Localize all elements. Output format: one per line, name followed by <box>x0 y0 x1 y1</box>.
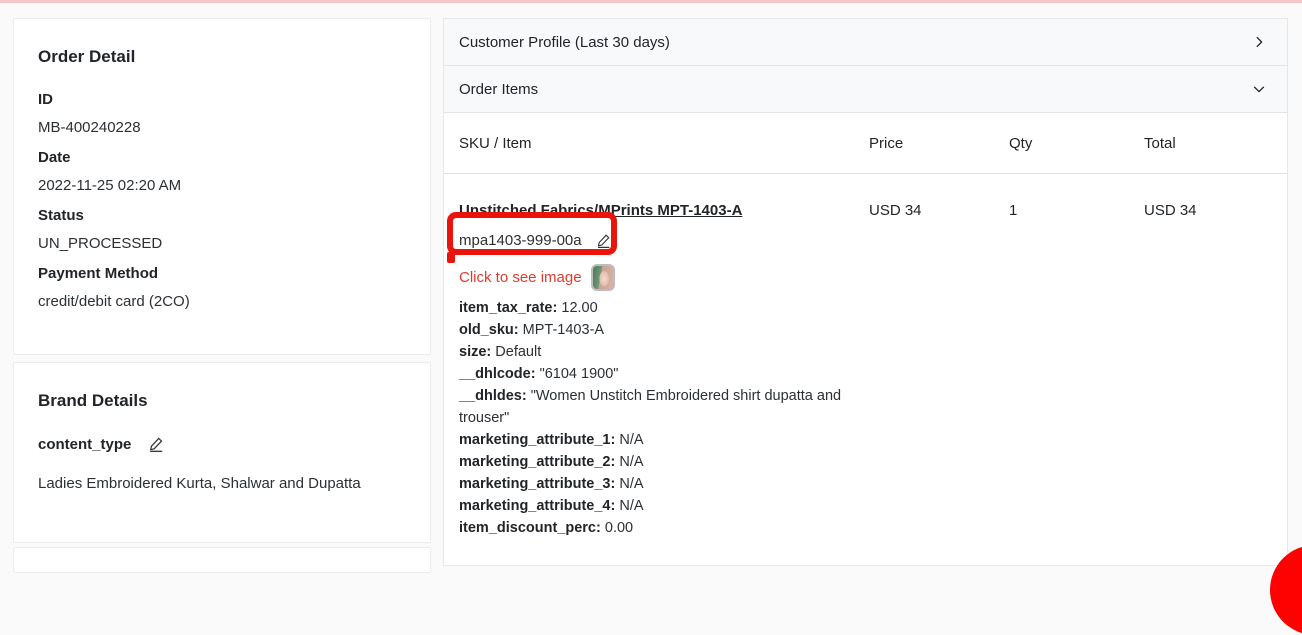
item-image-thumbnail[interactable] <box>591 264 615 291</box>
order-detail-field: Date 2022-11-25 02:20 AM <box>38 149 406 194</box>
item-attribute: size Default <box>459 341 869 363</box>
attribute-label: size <box>459 344 491 360</box>
attribute-label: marketing_attribute_1 <box>459 432 615 448</box>
item-attribute: item_discount_perc 0.00 <box>459 517 869 539</box>
item-attribute: marketing_attribute_3 N/A <box>459 473 869 495</box>
customer-profile-accordion[interactable]: Customer Profile (Last 30 days) <box>444 19 1287 66</box>
field-label: Date <box>38 149 406 166</box>
attribute-value: N/A <box>619 432 643 448</box>
chevron-right-icon <box>1252 35 1266 49</box>
item-sku-line: mpa1403-999-00a <box>459 226 869 254</box>
field-value: credit/debit card (2CO) <box>38 293 406 310</box>
brand-details-title: Brand Details <box>38 391 406 411</box>
attribute-label: marketing_attribute_4 <box>459 498 615 514</box>
content-type-value: Ladies Embroidered Kurta, Shalwar and Du… <box>38 475 406 492</box>
column-header-price: Price <box>869 135 1009 152</box>
order-detail-field: ID MB-400240228 <box>38 91 406 136</box>
item-attribute: __dhldes "Women Unstitch Embroidered shi… <box>459 385 869 429</box>
item-sku-value: mpa1403-999-00a <box>459 232 582 249</box>
order-item-row: Unstitched Fabrics/MPrints MPT-1403-A mp… <box>444 174 1287 539</box>
attribute-label: marketing_attribute_2 <box>459 454 615 470</box>
item-qty: 1 <box>1009 202 1144 219</box>
item-attribute: marketing_attribute_1 N/A <box>459 429 869 451</box>
item-attributes: item_tax_rate 12.00 old_sku MPT-1403-A s… <box>459 297 869 539</box>
field-label: Payment Method <box>38 265 406 282</box>
attribute-value: Default <box>495 344 541 360</box>
attribute-label: __dhldes <box>459 388 527 404</box>
item-image-line: Click to see image <box>459 263 869 291</box>
item-attribute: item_tax_rate 12.00 <box>459 297 869 319</box>
content-type-label: content_type <box>38 436 131 453</box>
order-detail-field: Payment Method credit/debit card (2CO) <box>38 265 406 310</box>
edit-pencil-icon <box>595 232 612 249</box>
item-attribute: marketing_attribute_4 N/A <box>459 495 869 517</box>
item-price: USD 34 <box>869 202 1009 219</box>
item-sku-cell: Unstitched Fabrics/MPrints MPT-1403-A mp… <box>459 202 869 539</box>
attribute-value: 12.00 <box>561 300 597 316</box>
left-column: Order Detail ID MB-400240228 Date 2022-1… <box>13 18 431 573</box>
attribute-label: item_tax_rate <box>459 300 557 316</box>
attribute-value: N/A <box>619 498 643 514</box>
column-header-sku-item: SKU / Item <box>459 135 869 152</box>
order-items-accordion[interactable]: Order Items <box>444 66 1287 113</box>
order-items-header: Order Items <box>459 81 538 98</box>
content-type-row: content_type <box>38 435 406 453</box>
next-card-stub <box>13 547 431 573</box>
field-value: 2022-11-25 02:20 AM <box>38 177 406 194</box>
item-attribute: old_sku MPT-1403-A <box>459 319 869 341</box>
item-title-link[interactable]: Unstitched Fabrics/MPrints MPT-1403-A <box>459 202 742 219</box>
attribute-value: N/A <box>619 476 643 492</box>
items-table-header: SKU / Item Price Qty Total <box>444 113 1287 174</box>
field-label: Status <box>38 207 406 224</box>
top-accent-bar <box>0 0 1302 3</box>
brand-details-card: Brand Details content_type Ladies Embroi… <box>13 362 431 543</box>
order-detail-card: Order Detail ID MB-400240228 Date 2022-1… <box>13 18 431 355</box>
chevron-down-icon <box>1252 82 1266 96</box>
field-value: MB-400240228 <box>38 119 406 136</box>
content-type-edit-button[interactable] <box>147 435 165 453</box>
field-value: UN_PROCESSED <box>38 235 406 252</box>
column-header-qty: Qty <box>1009 135 1144 152</box>
item-attribute: __dhlcode "6104 1900" <box>459 363 869 385</box>
field-label: ID <box>38 91 406 108</box>
order-detail-title: Order Detail <box>38 47 406 67</box>
column-header-total: Total <box>1144 135 1272 152</box>
click-to-see-image-link[interactable]: Click to see image <box>459 269 582 286</box>
item-attribute: marketing_attribute_2 N/A <box>459 451 869 473</box>
attribute-label: item_discount_perc <box>459 520 601 536</box>
attribute-value: MPT-1403-A <box>523 322 604 338</box>
attribute-value: "6104 1900" <box>540 366 619 382</box>
attribute-label: __dhlcode <box>459 366 536 382</box>
item-total: USD 34 <box>1144 202 1272 219</box>
order-right-panel: Customer Profile (Last 30 days) Order It… <box>443 18 1288 566</box>
order-detail-field: Status UN_PROCESSED <box>38 207 406 252</box>
attribute-value: N/A <box>619 454 643 470</box>
sku-edit-button[interactable] <box>595 232 612 249</box>
edit-pencil-icon <box>147 435 165 453</box>
customer-profile-header: Customer Profile (Last 30 days) <box>459 34 670 51</box>
attribute-label: old_sku <box>459 322 519 338</box>
attribute-value: 0.00 <box>605 520 633 536</box>
attribute-label: marketing_attribute_3 <box>459 476 615 492</box>
